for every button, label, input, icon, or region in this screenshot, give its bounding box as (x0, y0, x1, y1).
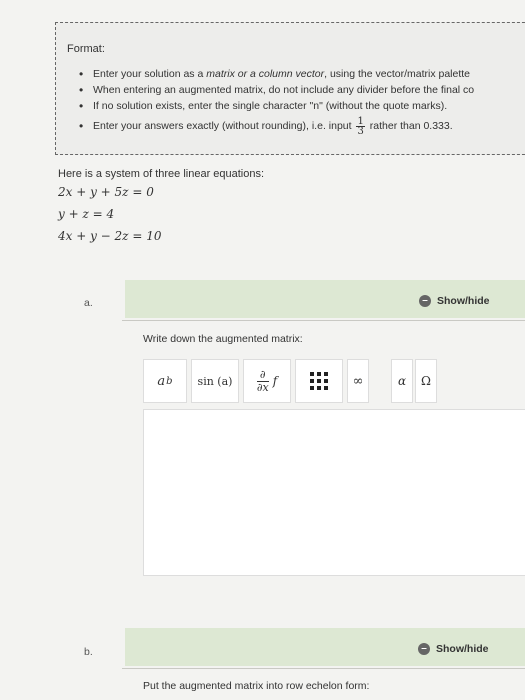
part-b-prompt: Put the augmented matrix into row echelo… (143, 680, 370, 692)
power-exponent: b (166, 375, 173, 387)
derivative-denominator: ∂x (256, 380, 269, 394)
part-a-prompt: Write down the augmented matrix: (143, 333, 303, 345)
collapse-icon: – (418, 643, 430, 655)
format-item-text: rather than 0.333. (366, 120, 453, 132)
part-b-label: b. (84, 646, 93, 658)
part-a-show-hide-button[interactable]: – Show/hide (419, 295, 490, 307)
derivative-fraction: ∂ ∂x (256, 368, 269, 394)
format-item-text: , using the vector/matrix palette (324, 68, 471, 80)
derivative-numerator: ∂ (256, 368, 269, 382)
power-base: a (157, 373, 166, 389)
format-title: Format: (67, 43, 105, 55)
show-hide-label: Show/hide (436, 643, 489, 655)
format-item-text: Enter your answers exactly (without roun… (93, 120, 355, 132)
infinity-button[interactable]: ∞ (347, 359, 369, 403)
part-a-answer-input[interactable] (143, 409, 525, 576)
derivative-function: f (272, 374, 278, 388)
format-instructions-box: Format: Enter your solution as a matrix … (55, 22, 525, 155)
matrix-button[interactable] (295, 359, 343, 403)
part-a-divider (122, 320, 525, 321)
greek-lowercase-button[interactable]: α (391, 359, 413, 403)
page: Format: Enter your solution as a matrix … (0, 0, 525, 700)
format-list: Enter your solution as a matrix or a col… (79, 66, 474, 137)
format-item-matrix: Enter your solution as a matrix or a col… (79, 66, 474, 82)
show-hide-label: Show/hide (437, 295, 490, 307)
function-button[interactable]: sin (a) (191, 359, 239, 403)
format-item-no-solution: If no solution exists, enter the single … (79, 98, 474, 114)
part-b-show-hide-button[interactable]: – Show/hide (418, 643, 489, 655)
part-a-label: a. (84, 297, 93, 309)
fraction-denominator: 3 (357, 125, 364, 137)
equation-2: y + z = 4 (58, 207, 115, 221)
format-item-augmented: When entering an augmented matrix, do no… (79, 82, 474, 98)
fraction-example: 13 (356, 116, 365, 137)
format-item-emphasis: matrix or a column vector (206, 68, 325, 80)
equation-3: 4x + y − 2z = 10 (58, 229, 162, 243)
part-b-divider (122, 668, 525, 669)
superscript-button[interactable]: ab (143, 359, 187, 403)
problem-intro: Here is a system of three linear equatio… (58, 168, 265, 180)
collapse-icon: – (419, 295, 431, 307)
matrix-grid-icon (310, 372, 328, 390)
format-item-text: Enter your solution as a (93, 68, 207, 80)
equation-1: 2x + y + 5z = 0 (58, 185, 154, 199)
partial-derivative-button[interactable]: ∂ ∂x f (243, 359, 291, 403)
format-item-exact: Enter your answers exactly (without roun… (79, 115, 474, 137)
greek-uppercase-button[interactable]: Ω (415, 359, 437, 403)
